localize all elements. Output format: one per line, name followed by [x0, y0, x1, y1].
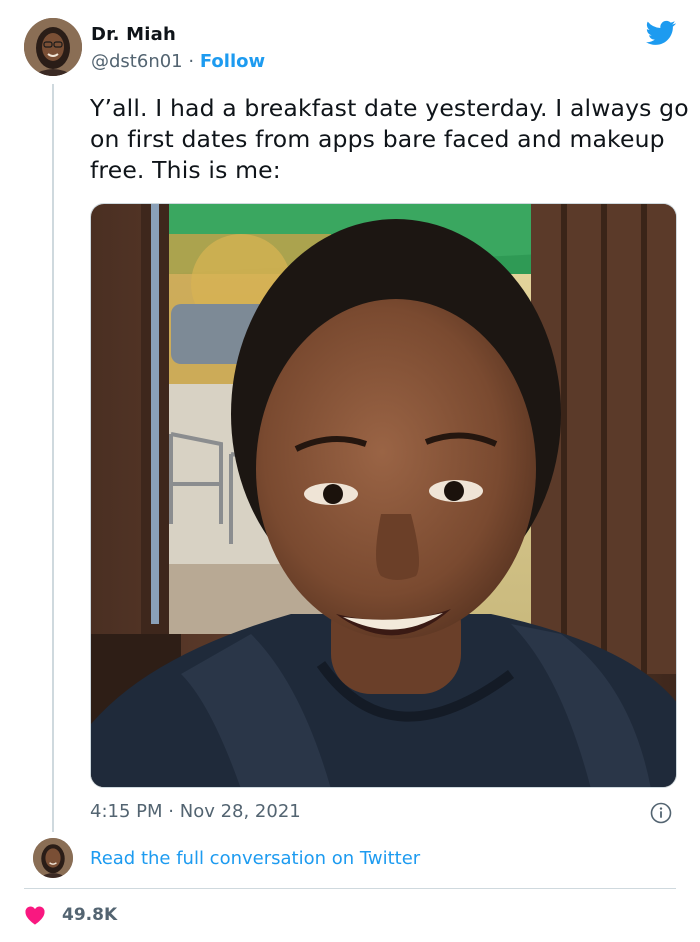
- read-full-conversation-link[interactable]: Read the full conversation on Twitter: [90, 848, 420, 869]
- twitter-bird-icon[interactable]: [646, 20, 676, 46]
- follow-link[interactable]: Follow: [200, 51, 265, 72]
- heart-icon: [25, 906, 45, 925]
- conversation-avatar[interactable]: [33, 838, 73, 878]
- tweet-date: Nov 28, 2021: [179, 801, 301, 822]
- like-count: 49.8K: [62, 905, 118, 925]
- tweet-text: Y’all. I had a breakfast date yesterday.…: [90, 94, 689, 184]
- timestamp-separator: ·: [168, 801, 174, 822]
- author-avatar[interactable]: [24, 18, 82, 76]
- tweet-photo[interactable]: [90, 203, 677, 788]
- tweet-time: 4:15 PM: [90, 801, 163, 822]
- like-button[interactable]: 49.8K: [24, 903, 117, 927]
- divider: [24, 888, 676, 889]
- author-name[interactable]: Dr. Miah: [91, 24, 176, 45]
- tweet-timestamp[interactable]: 4:15 PM · Nov 28, 2021: [90, 801, 301, 822]
- thread-line: [52, 84, 54, 832]
- info-icon[interactable]: [650, 802, 672, 824]
- author-handle-row: @dst6n01 · Follow: [91, 51, 265, 72]
- author-handle[interactable]: @dst6n01: [91, 51, 183, 72]
- handle-separator: ·: [188, 51, 195, 72]
